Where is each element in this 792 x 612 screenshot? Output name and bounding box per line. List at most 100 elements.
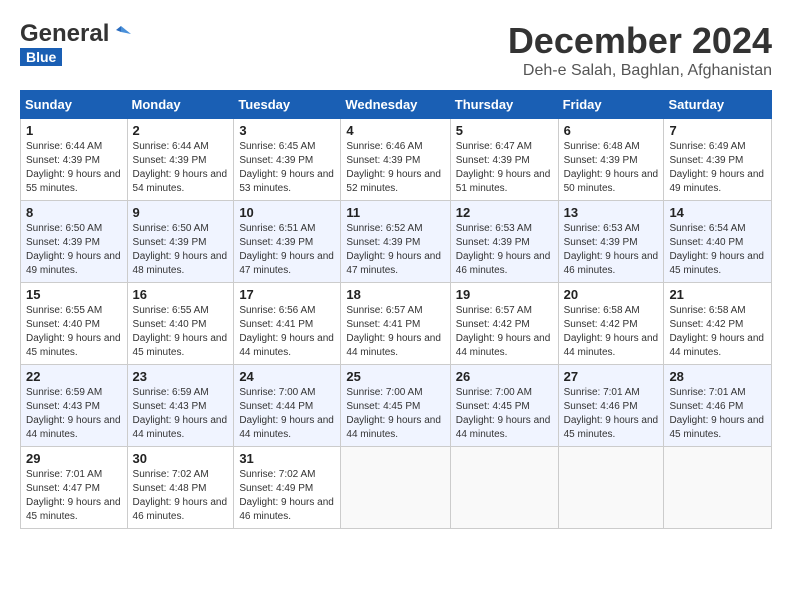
day-info: Sunrise: 6:47 AM Sunset: 4:39 PM Dayligh… [456, 140, 553, 196]
day-info: Sunrise: 6:50 AM Sunset: 4:39 PM Dayligh… [26, 222, 122, 278]
calendar-cell: 1 Sunrise: 6:44 AM Sunset: 4:39 PM Dayli… [21, 119, 128, 201]
day-info: Sunrise: 6:58 AM Sunset: 4:42 PM Dayligh… [564, 304, 659, 360]
day-info: Sunrise: 6:55 AM Sunset: 4:40 PM Dayligh… [26, 304, 122, 360]
day-number: 8 [26, 205, 122, 220]
day-info: Sunrise: 6:59 AM Sunset: 4:43 PM Dayligh… [133, 386, 229, 442]
calendar-cell: 2 Sunrise: 6:44 AM Sunset: 4:39 PM Dayli… [127, 119, 234, 201]
calendar-cell: 9 Sunrise: 6:50 AM Sunset: 4:39 PM Dayli… [127, 201, 234, 283]
day-number: 31 [239, 451, 335, 466]
day-number: 12 [456, 205, 553, 220]
title-area: December 2024 Deh-e Salah, Baghlan, Afgh… [508, 20, 772, 80]
header-sunday: Sunday [21, 91, 128, 119]
calendar-cell [450, 447, 558, 529]
day-info: Sunrise: 6:53 AM Sunset: 4:39 PM Dayligh… [456, 222, 553, 278]
day-info: Sunrise: 6:51 AM Sunset: 4:39 PM Dayligh… [239, 222, 335, 278]
day-number: 30 [133, 451, 229, 466]
day-info: Sunrise: 6:57 AM Sunset: 4:41 PM Dayligh… [346, 304, 444, 360]
day-number: 10 [239, 205, 335, 220]
day-number: 19 [456, 287, 553, 302]
calendar-week-row: 15 Sunrise: 6:55 AM Sunset: 4:40 PM Dayl… [21, 283, 772, 365]
day-number: 20 [564, 287, 659, 302]
day-number: 6 [564, 123, 659, 138]
day-info: Sunrise: 6:48 AM Sunset: 4:39 PM Dayligh… [564, 140, 659, 196]
header-wednesday: Wednesday [341, 91, 450, 119]
day-number: 4 [346, 123, 444, 138]
calendar-table: SundayMondayTuesdayWednesdayThursdayFrid… [20, 90, 772, 529]
day-number: 14 [669, 205, 766, 220]
day-info: Sunrise: 6:50 AM Sunset: 4:39 PM Dayligh… [133, 222, 229, 278]
calendar-week-row: 1 Sunrise: 6:44 AM Sunset: 4:39 PM Dayli… [21, 119, 772, 201]
logo-general: General [20, 20, 109, 48]
calendar-header-row: SundayMondayTuesdayWednesdayThursdayFrid… [21, 91, 772, 119]
day-info: Sunrise: 7:01 AM Sunset: 4:46 PM Dayligh… [669, 386, 766, 442]
calendar-cell: 24 Sunrise: 7:00 AM Sunset: 4:44 PM Dayl… [234, 365, 341, 447]
calendar-cell: 30 Sunrise: 7:02 AM Sunset: 4:48 PM Dayl… [127, 447, 234, 529]
day-number: 7 [669, 123, 766, 138]
day-number: 5 [456, 123, 553, 138]
calendar-cell: 8 Sunrise: 6:50 AM Sunset: 4:39 PM Dayli… [21, 201, 128, 283]
calendar-cell: 14 Sunrise: 6:54 AM Sunset: 4:40 PM Dayl… [664, 201, 772, 283]
calendar-cell: 29 Sunrise: 7:01 AM Sunset: 4:47 PM Dayl… [21, 447, 128, 529]
calendar-cell: 18 Sunrise: 6:57 AM Sunset: 4:41 PM Dayl… [341, 283, 450, 365]
day-info: Sunrise: 7:02 AM Sunset: 4:48 PM Dayligh… [133, 468, 229, 524]
day-number: 28 [669, 369, 766, 384]
calendar-week-row: 22 Sunrise: 6:59 AM Sunset: 4:43 PM Dayl… [21, 365, 772, 447]
calendar-cell: 20 Sunrise: 6:58 AM Sunset: 4:42 PM Dayl… [558, 283, 664, 365]
day-number: 1 [26, 123, 122, 138]
calendar-cell: 21 Sunrise: 6:58 AM Sunset: 4:42 PM Dayl… [664, 283, 772, 365]
day-info: Sunrise: 6:55 AM Sunset: 4:40 PM Dayligh… [133, 304, 229, 360]
day-info: Sunrise: 6:57 AM Sunset: 4:42 PM Dayligh… [456, 304, 553, 360]
day-info: Sunrise: 7:02 AM Sunset: 4:49 PM Dayligh… [239, 468, 335, 524]
location: Deh-e Salah, Baghlan, Afghanistan [508, 62, 772, 80]
page-header: General Blue December 2024 Deh-e Salah, … [20, 20, 772, 80]
day-number: 9 [133, 205, 229, 220]
month-title: December 2024 [508, 20, 772, 62]
day-number: 23 [133, 369, 229, 384]
calendar-cell: 4 Sunrise: 6:46 AM Sunset: 4:39 PM Dayli… [341, 119, 450, 201]
calendar-cell: 19 Sunrise: 6:57 AM Sunset: 4:42 PM Dayl… [450, 283, 558, 365]
day-number: 13 [564, 205, 659, 220]
day-number: 24 [239, 369, 335, 384]
header-saturday: Saturday [664, 91, 772, 119]
calendar-cell: 5 Sunrise: 6:47 AM Sunset: 4:39 PM Dayli… [450, 119, 558, 201]
day-number: 2 [133, 123, 229, 138]
header-friday: Friday [558, 91, 664, 119]
day-info: Sunrise: 6:49 AM Sunset: 4:39 PM Dayligh… [669, 140, 766, 196]
day-info: Sunrise: 7:01 AM Sunset: 4:46 PM Dayligh… [564, 386, 659, 442]
day-info: Sunrise: 7:00 AM Sunset: 4:45 PM Dayligh… [346, 386, 444, 442]
calendar-cell: 28 Sunrise: 7:01 AM Sunset: 4:46 PM Dayl… [664, 365, 772, 447]
day-number: 26 [456, 369, 553, 384]
day-info: Sunrise: 6:44 AM Sunset: 4:39 PM Dayligh… [26, 140, 122, 196]
day-info: Sunrise: 6:52 AM Sunset: 4:39 PM Dayligh… [346, 222, 444, 278]
calendar-cell: 26 Sunrise: 7:00 AM Sunset: 4:45 PM Dayl… [450, 365, 558, 447]
calendar-cell [664, 447, 772, 529]
calendar-cell: 6 Sunrise: 6:48 AM Sunset: 4:39 PM Dayli… [558, 119, 664, 201]
calendar-cell: 11 Sunrise: 6:52 AM Sunset: 4:39 PM Dayl… [341, 201, 450, 283]
calendar-cell [341, 447, 450, 529]
day-info: Sunrise: 6:44 AM Sunset: 4:39 PM Dayligh… [133, 140, 229, 196]
day-number: 16 [133, 287, 229, 302]
day-info: Sunrise: 6:59 AM Sunset: 4:43 PM Dayligh… [26, 386, 122, 442]
calendar-cell: 10 Sunrise: 6:51 AM Sunset: 4:39 PM Dayl… [234, 201, 341, 283]
calendar-cell: 25 Sunrise: 7:00 AM Sunset: 4:45 PM Dayl… [341, 365, 450, 447]
day-info: Sunrise: 6:45 AM Sunset: 4:39 PM Dayligh… [239, 140, 335, 196]
calendar-cell: 22 Sunrise: 6:59 AM Sunset: 4:43 PM Dayl… [21, 365, 128, 447]
day-info: Sunrise: 6:46 AM Sunset: 4:39 PM Dayligh… [346, 140, 444, 196]
calendar-cell: 31 Sunrise: 7:02 AM Sunset: 4:49 PM Dayl… [234, 447, 341, 529]
day-number: 29 [26, 451, 122, 466]
day-info: Sunrise: 6:54 AM Sunset: 4:40 PM Dayligh… [669, 222, 766, 278]
day-info: Sunrise: 6:53 AM Sunset: 4:39 PM Dayligh… [564, 222, 659, 278]
day-number: 25 [346, 369, 444, 384]
day-number: 18 [346, 287, 444, 302]
day-info: Sunrise: 7:01 AM Sunset: 4:47 PM Dayligh… [26, 468, 122, 524]
day-info: Sunrise: 7:00 AM Sunset: 4:45 PM Dayligh… [456, 386, 553, 442]
day-info: Sunrise: 6:56 AM Sunset: 4:41 PM Dayligh… [239, 304, 335, 360]
calendar-cell: 7 Sunrise: 6:49 AM Sunset: 4:39 PM Dayli… [664, 119, 772, 201]
calendar-cell: 17 Sunrise: 6:56 AM Sunset: 4:41 PM Dayl… [234, 283, 341, 365]
calendar-cell: 16 Sunrise: 6:55 AM Sunset: 4:40 PM Dayl… [127, 283, 234, 365]
day-number: 21 [669, 287, 766, 302]
day-number: 27 [564, 369, 659, 384]
calendar-cell: 15 Sunrise: 6:55 AM Sunset: 4:40 PM Dayl… [21, 283, 128, 365]
day-info: Sunrise: 7:00 AM Sunset: 4:44 PM Dayligh… [239, 386, 335, 442]
header-tuesday: Tuesday [234, 91, 341, 119]
